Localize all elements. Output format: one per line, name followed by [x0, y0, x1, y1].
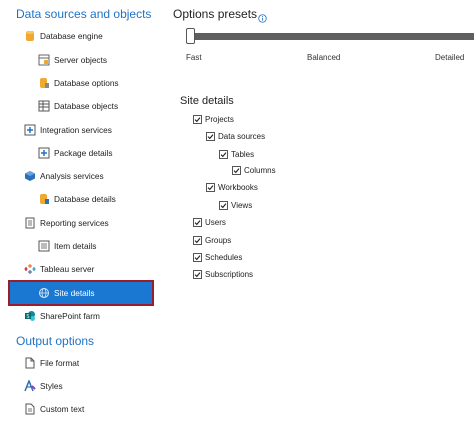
info-icon[interactable] [258, 10, 267, 28]
option-workbooks[interactable]: Workbooks [206, 180, 258, 194]
preset-label-balanced: Balanced [307, 53, 341, 62]
presets-title: Options presets [173, 7, 258, 21]
nav-integration-services[interactable]: Integration services [24, 120, 112, 140]
output-options-title: Output options [16, 334, 95, 348]
checkbox[interactable] [206, 182, 215, 192]
svg-text:S: S [26, 314, 29, 320]
option-users[interactable]: Users [193, 215, 226, 229]
database-details-icon [38, 193, 50, 205]
checkbox[interactable] [206, 131, 215, 141]
styles-icon [24, 380, 36, 392]
option-columns[interactable]: Columns [232, 163, 276, 177]
nav-reporting-services[interactable]: Reporting services [24, 213, 109, 233]
nav-file-format[interactable]: File format [24, 353, 79, 373]
nav-tableau-server[interactable]: Tableau server [24, 259, 94, 279]
checkbox[interactable] [232, 165, 241, 175]
preset-label-fast: Fast [186, 53, 202, 62]
option-groups[interactable]: Groups [193, 233, 231, 247]
checkmark-icon [220, 151, 227, 157]
checkbox[interactable] [193, 252, 202, 262]
checkbox[interactable] [193, 217, 202, 227]
checkbox[interactable] [193, 269, 202, 279]
item-details-icon [38, 240, 50, 252]
database-engine-icon [24, 30, 36, 42]
checkbox[interactable] [219, 149, 228, 159]
preset-slider-thumb[interactable] [186, 28, 195, 44]
package-details-icon [38, 147, 50, 159]
option-data-sources[interactable]: Data sources [206, 129, 265, 143]
server-objects-icon [38, 54, 50, 66]
analysis-services-icon [24, 170, 36, 182]
checkmark-icon [194, 271, 201, 277]
nav-item-details[interactable]: Item details [38, 236, 96, 256]
tableau-server-icon [24, 263, 36, 275]
checkmark-icon [194, 219, 201, 225]
checkmark-icon [194, 116, 201, 122]
nav-database-objects[interactable]: Database objects [38, 96, 118, 116]
checkbox[interactable] [219, 200, 228, 210]
checkmark-icon [207, 184, 214, 190]
checkmark-icon [233, 167, 240, 173]
nav-site-details[interactable]: Site details [8, 280, 154, 306]
site-details-icon [38, 287, 50, 299]
option-schedules[interactable]: Schedules [193, 250, 242, 264]
checkmark-icon [207, 133, 214, 139]
database-objects-icon [38, 100, 50, 112]
option-tables[interactable]: Tables [219, 147, 254, 161]
nav-package-details[interactable]: Package details [38, 143, 113, 163]
integration-services-icon [24, 124, 36, 136]
file-format-icon [24, 357, 36, 369]
preset-slider-track[interactable] [187, 33, 474, 40]
site-details-title: Site details [180, 95, 234, 107]
nav-database-details[interactable]: Database details [38, 189, 116, 209]
nav-sharepoint-farm[interactable]: S SharePoint farm [24, 306, 100, 326]
sharepoint-farm-icon: S [24, 310, 36, 322]
reporting-services-icon [24, 217, 36, 229]
checkbox[interactable] [193, 114, 202, 124]
option-projects[interactable]: Projects [193, 112, 234, 126]
checkmark-icon [194, 237, 201, 243]
checkbox[interactable] [193, 235, 202, 245]
nav-analysis-services[interactable]: Analysis services [24, 166, 104, 186]
option-views[interactable]: Views [219, 198, 252, 212]
nav-styles[interactable]: Styles [24, 376, 63, 396]
nav-custom-text[interactable]: Custom text [24, 399, 84, 419]
custom-text-icon [24, 403, 36, 415]
nav-database-engine[interactable]: Database engine [24, 26, 103, 46]
database-options-icon [38, 77, 50, 89]
data-sources-title: Data sources and objects [16, 7, 152, 21]
nav-server-objects[interactable]: Server objects [38, 50, 107, 70]
checkmark-icon [194, 254, 201, 260]
checkmark-icon [220, 202, 227, 208]
preset-label-detailed: Detailed [435, 53, 465, 62]
nav-database-options[interactable]: Database options [38, 73, 119, 93]
option-subscriptions[interactable]: Subscriptions [193, 267, 253, 281]
